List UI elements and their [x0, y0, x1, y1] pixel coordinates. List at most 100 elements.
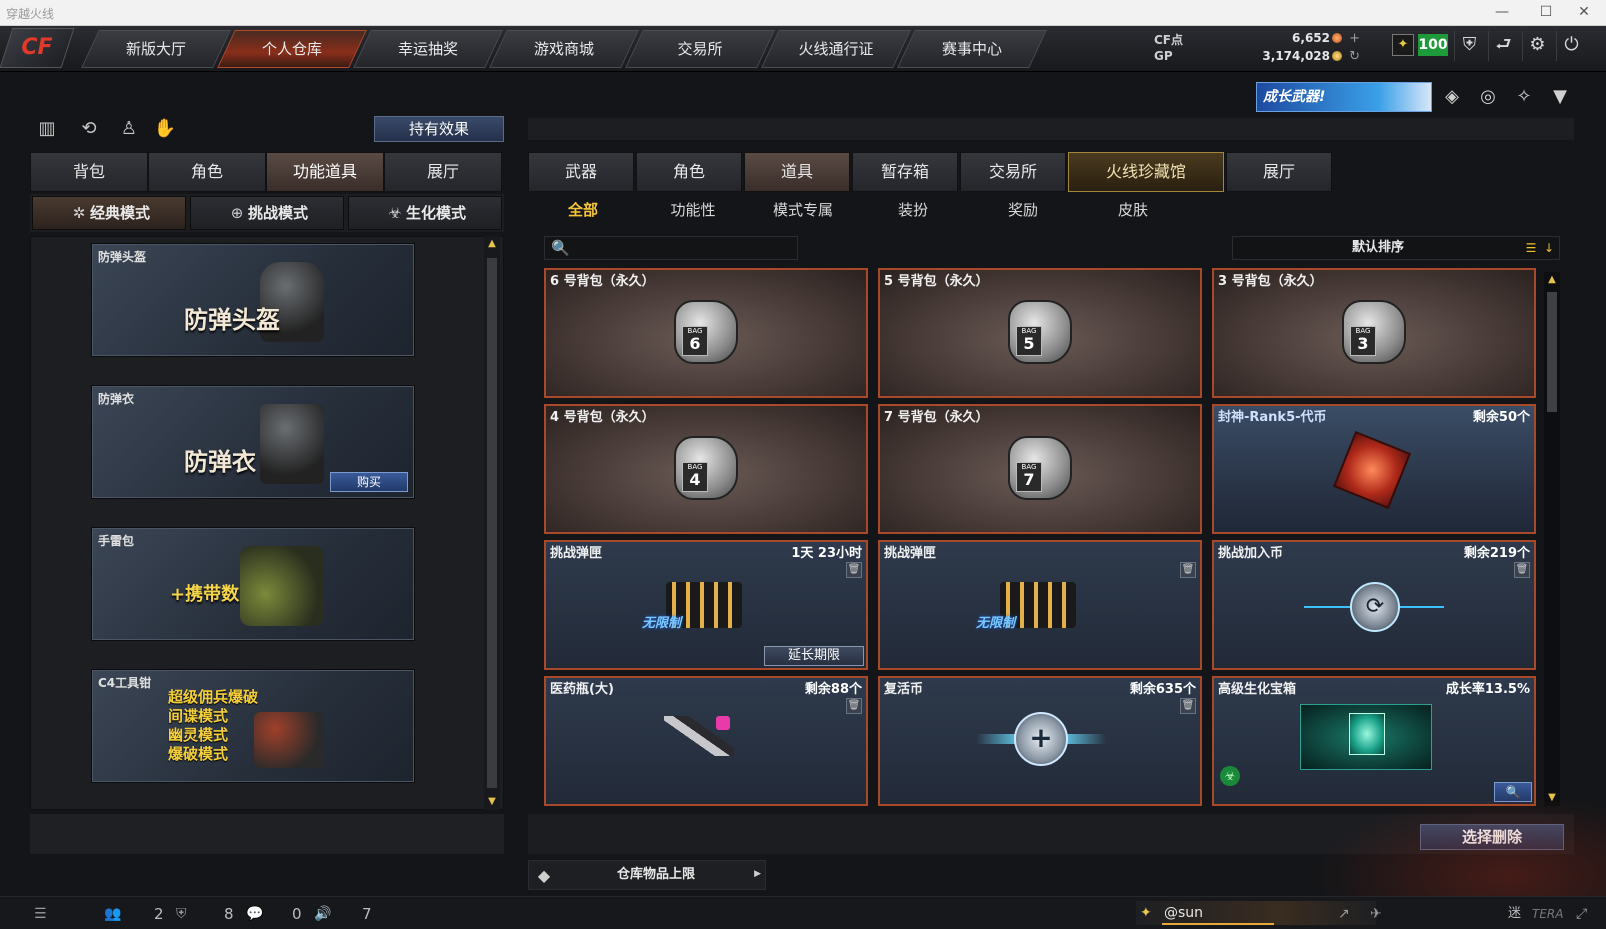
trash-icon[interactable]: 🗑: [846, 698, 862, 714]
mode-tab-biochem[interactable]: ☣ 生化模式: [348, 196, 502, 230]
buy-button[interactable]: 购买: [330, 472, 408, 492]
tab-character[interactable]: 角色: [148, 152, 266, 192]
nav-tab-exchange[interactable]: 交易所: [625, 30, 775, 68]
tab-weapons[interactable]: 武器: [528, 152, 634, 192]
tab-collection[interactable]: 火线珍藏馆: [1068, 152, 1224, 192]
minimize-button[interactable]: —: [1480, 0, 1524, 26]
rank-icon[interactable]: ✦: [1392, 34, 1414, 56]
sort-direction-icon[interactable]: ↓: [1541, 240, 1557, 256]
scroll-down-icon[interactable]: ▼: [1546, 792, 1558, 804]
power-icon[interactable]: ⏻: [1556, 31, 1586, 61]
item-card-revive-coin[interactable]: 复活币 剩余635个 🗑 +: [878, 676, 1202, 806]
mouse-icon[interactable]: ✋: [152, 116, 178, 142]
item-c4-tool[interactable]: C4工具钳 超级佣兵爆破 间谍模式 幽灵模式 爆破模式: [91, 669, 415, 783]
cf-coin-icon: [1332, 33, 1342, 43]
scroll-up-icon[interactable]: ▲: [486, 238, 498, 250]
filter-reward[interactable]: 奖励: [968, 196, 1078, 226]
search-input[interactable]: [573, 239, 793, 257]
filter-functional[interactable]: 功能性: [638, 196, 748, 226]
growth-weapon-banner[interactable]: 成长武器!: [1256, 82, 1432, 112]
trash-icon[interactable]: 🗑: [1180, 698, 1196, 714]
item-vest[interactable]: 防弹衣 防弹衣 购买: [91, 385, 415, 499]
item-card-challenge-mag-2[interactable]: 挑战弹匣 🗑 无限制: [878, 540, 1202, 670]
right-category-tabs: 武器 角色 道具 暂存箱 交易所 火线珍藏馆 展厅: [528, 152, 1334, 192]
tab-roles[interactable]: 角色: [636, 152, 742, 192]
hold-effect-button[interactable]: 持有效果: [374, 116, 504, 142]
external-link-icon[interactable]: ↗: [1338, 903, 1350, 925]
rank-token-icon: [1332, 430, 1412, 510]
add-cf-icon[interactable]: +: [1349, 31, 1360, 46]
item-card-challenge-mag-1[interactable]: 挑战弹匣 1天 23小时 🗑 无限制 延长期限: [544, 540, 868, 670]
trash-icon[interactable]: 🗑: [1514, 562, 1530, 578]
currency-panel: CF点 6,652 + GP 3,174,028 ↻: [1136, 29, 1366, 69]
select-delete-button[interactable]: 选择删除: [1420, 824, 1564, 850]
rank-chart-icon[interactable]: ▥: [34, 116, 60, 142]
nav-tab-warehouse[interactable]: 个人仓库: [217, 30, 367, 68]
scroll-up-icon[interactable]: ▲: [1546, 274, 1558, 286]
trash-icon[interactable]: 🗑: [1180, 562, 1196, 578]
chat-icon[interactable]: 💬: [246, 903, 263, 925]
item-card-rank-token[interactable]: 封神-Rank5-代币 剩余50个: [1212, 404, 1536, 534]
nav-tab-shop[interactable]: 游戏商城: [489, 30, 639, 68]
return-icon[interactable]: ⮐: [1488, 31, 1518, 61]
item-card-bag5[interactable]: 5 号背包（永久） BAG 5: [878, 268, 1202, 398]
mode-tab-challenge[interactable]: ⊕ 挑战模式: [190, 196, 344, 230]
nav-tab-pass[interactable]: 火线通行证: [761, 30, 911, 68]
nav-tab-events[interactable]: 赛事中心: [897, 30, 1047, 68]
tab-hall[interactable]: 展厅: [1226, 152, 1332, 192]
nav-tab-lobby[interactable]: 新版大厅: [81, 30, 231, 68]
item-card-bag4[interactable]: 4 号背包（永久） BAG 4: [544, 404, 868, 534]
filter-skin[interactable]: 皮肤: [1078, 196, 1188, 226]
history-icon[interactable]: ⟲: [76, 116, 102, 142]
nav-tab-lottery[interactable]: 幸运抽奖: [353, 30, 503, 68]
item-grenade-pack[interactable]: 手雷包 +携带数: [91, 527, 415, 641]
gear-icon[interactable]: ⚙: [1522, 31, 1552, 61]
globe-icon[interactable]: ◎: [1474, 84, 1502, 112]
item-card-bag3[interactable]: 3 号背包（永久） BAG 3: [1212, 268, 1536, 398]
item-helmet[interactable]: 防弹头盔 防弹头盔: [91, 243, 415, 357]
sort-dropdown[interactable]: 默认排序 ☰ ↓: [1232, 236, 1560, 260]
zoom-button[interactable]: 🔍: [1494, 782, 1532, 802]
clan-icon[interactable]: ⛨: [176, 903, 187, 925]
wing-icon[interactable]: ✈: [1370, 903, 1382, 925]
tab-function-items[interactable]: 功能道具: [266, 152, 384, 192]
mode-tab-classic[interactable]: ✲ 经典模式: [32, 196, 186, 230]
expand-icon[interactable]: ⤢: [1576, 903, 1587, 925]
left-footer: [30, 814, 504, 854]
tab-props[interactable]: 道具: [744, 152, 850, 192]
shield-icon[interactable]: ⛨: [1454, 31, 1484, 61]
friends-icon[interactable]: 👥: [104, 903, 121, 925]
wing-icon[interactable]: ▼: [1546, 84, 1574, 112]
character-icon[interactable]: ♙: [116, 116, 142, 142]
chat-count: 0: [292, 905, 302, 923]
tab-backpack[interactable]: 背包: [30, 152, 148, 192]
tab-storage[interactable]: 暂存箱: [852, 152, 958, 192]
scroll-thumb[interactable]: [487, 258, 497, 788]
speaker-icon[interactable]: 🔊: [314, 903, 331, 925]
grid-scrollbar[interactable]: ▲ ▼: [1544, 272, 1560, 806]
storage-capacity-bar[interactable]: ◆ 仓库物品上限 ▶: [528, 860, 766, 890]
left-scrollbar[interactable]: ▲ ▼: [484, 236, 500, 810]
refresh-icon[interactable]: ↻: [1349, 49, 1360, 64]
close-window-button[interactable]: ✕: [1562, 0, 1606, 26]
extend-duration-button[interactable]: 延长期限: [764, 646, 864, 666]
item-card-challenge-coin[interactable]: 挑战加入币 剩余219个 🗑 ⟳: [1212, 540, 1536, 670]
filter-all[interactable]: 全部: [528, 196, 638, 226]
trash-icon[interactable]: 🗑: [846, 562, 862, 578]
filter-mode[interactable]: 模式专属: [748, 196, 858, 226]
menu-icon[interactable]: ☰: [34, 903, 47, 925]
compass-icon[interactable]: ✧: [1510, 84, 1538, 112]
scroll-down-icon[interactable]: ▼: [486, 796, 498, 808]
badge-v-icon[interactable]: ◈: [1438, 84, 1466, 112]
item-card-bag7[interactable]: 7 号背包（永久） BAG 7: [878, 404, 1202, 534]
item-card-bio-chest[interactable]: 高级生化宝箱 成长率13.5% ☣ 🔍: [1212, 676, 1536, 806]
cf-logo[interactable]: CF: [0, 28, 75, 68]
tab-showroom[interactable]: 展厅: [384, 152, 502, 192]
filter-cosmetic[interactable]: 装扮: [858, 196, 968, 226]
tab-exchange[interactable]: 交易所: [960, 152, 1066, 192]
scroll-thumb[interactable]: [1547, 292, 1557, 412]
backpack-icon: BAG 3: [1342, 300, 1406, 364]
item-card-bag6[interactable]: 6 号背包（永久） BAG 6: [544, 268, 868, 398]
list-view-icon[interactable]: ☰: [1523, 240, 1539, 256]
item-card-medkit[interactable]: 医药瓶(大) 剩余88个 🗑: [544, 676, 868, 806]
